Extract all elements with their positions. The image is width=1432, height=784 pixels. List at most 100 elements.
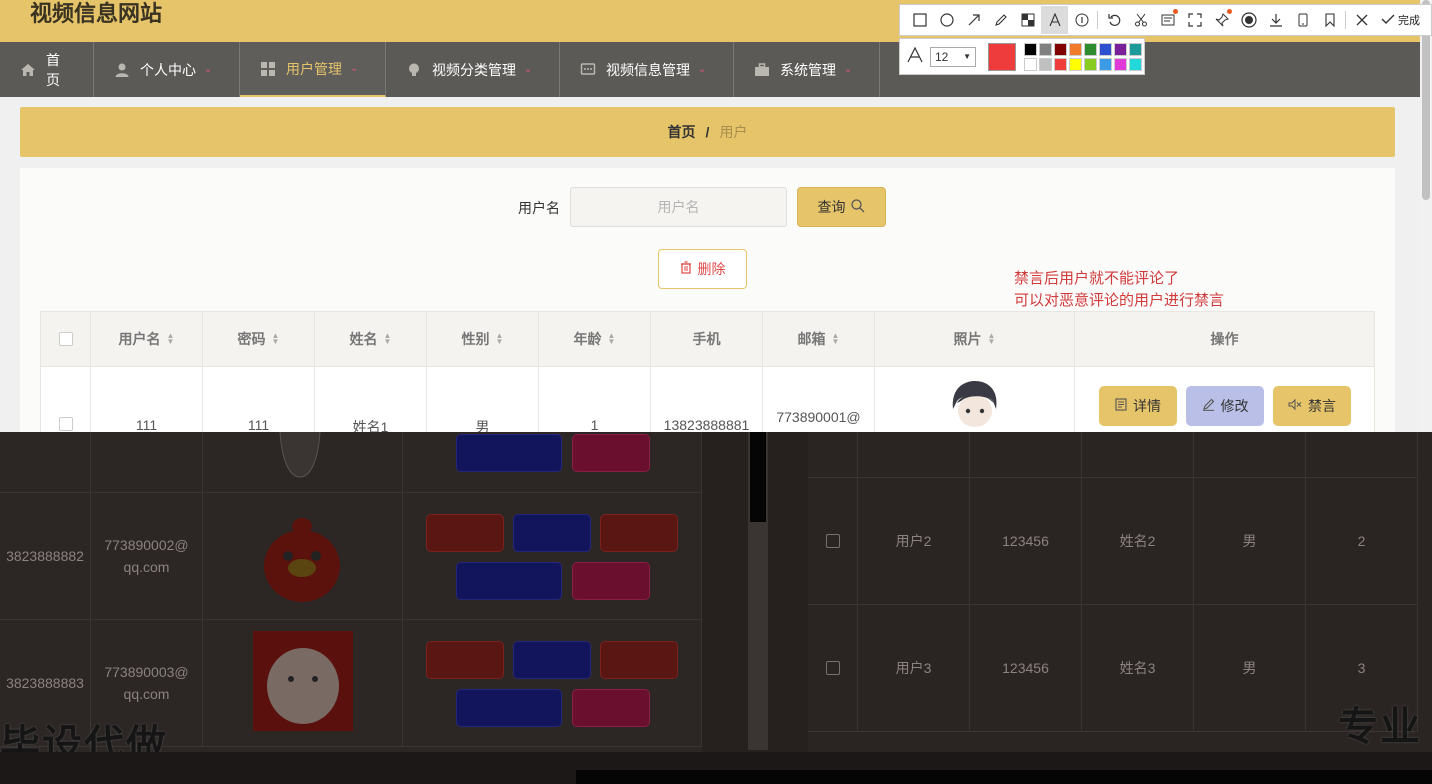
- sort-icon[interactable]: ▲ ▼: [496, 332, 504, 346]
- text-tool-icon[interactable]: [1041, 6, 1068, 34]
- record-icon[interactable]: [1235, 6, 1262, 34]
- done-button[interactable]: 完成: [1381, 12, 1420, 28]
- sort-icon[interactable]: ▲ ▼: [272, 332, 280, 346]
- row-checkbox[interactable]: [825, 534, 840, 548]
- color-swatch[interactable]: [1039, 57, 1052, 71]
- color-swatch[interactable]: [1099, 57, 1112, 71]
- nav-label: 首页: [46, 51, 60, 88]
- current-color-swatch[interactable]: [988, 42, 1016, 71]
- ellipse-tool-icon[interactable]: [933, 6, 960, 34]
- page-scrollbar[interactable]: [1420, 0, 1432, 432]
- pin-icon[interactable]: [1208, 6, 1235, 34]
- avatar-image: [279, 432, 321, 478]
- bookmark-icon[interactable]: [1316, 6, 1343, 34]
- dim-edit-button[interactable]: [513, 641, 591, 679]
- row-checkbox[interactable]: [825, 661, 840, 675]
- nav-item-system[interactable]: 系统管理 ⌄: [734, 42, 880, 97]
- scissors-icon[interactable]: [1127, 6, 1154, 34]
- select-all-checkbox[interactable]: [58, 332, 73, 346]
- dim-ban-button[interactable]: [600, 514, 678, 552]
- nav-item-video-category[interactable]: 视频分类管理 ⌄: [386, 42, 560, 97]
- scrollbar-thumb-dark: [750, 432, 766, 522]
- header-label: 照片: [953, 331, 982, 347]
- sort-icon[interactable]: ▲ ▼: [167, 332, 175, 346]
- undo-icon[interactable]: [1100, 6, 1127, 34]
- watermark-text: 专业: [1338, 705, 1422, 749]
- color-swatch[interactable]: [1024, 57, 1037, 71]
- sort-icon[interactable]: ▲ ▼: [384, 332, 392, 346]
- dim-detail-button[interactable]: [426, 514, 504, 552]
- dim-action-button[interactable]: [456, 434, 562, 472]
- cell-password: 123456: [970, 478, 1082, 605]
- duck-avatar-image: [264, 518, 340, 602]
- header-username[interactable]: 用户名 ▲ ▼: [91, 312, 203, 366]
- nav-item-video-info[interactable]: 视频信息管理 ⌄: [560, 42, 734, 97]
- rectangle-tool-icon[interactable]: [906, 6, 933, 34]
- color-swatch[interactable]: [1099, 42, 1112, 56]
- sort-icon[interactable]: ▲ ▼: [988, 332, 996, 346]
- overlapped-screen-region: 3823888882 773890002@ qq.com 3823888883 …: [0, 432, 1432, 784]
- sort-icon[interactable]: ▲ ▼: [608, 332, 616, 346]
- ocr-icon[interactable]: [1154, 6, 1181, 34]
- number-marker-icon[interactable]: [1068, 6, 1095, 34]
- sort-icon[interactable]: ▲ ▼: [832, 332, 840, 346]
- cell-name: 姓名1: [315, 367, 427, 432]
- mosaic-tool-icon[interactable]: [1014, 6, 1041, 34]
- color-swatch[interactable]: [1084, 57, 1097, 71]
- color-swatch[interactable]: [1114, 57, 1127, 71]
- download-icon[interactable]: [1262, 6, 1289, 34]
- detail-button[interactable]: 详情: [1099, 386, 1177, 426]
- query-button[interactable]: 查询: [797, 187, 886, 227]
- color-swatch[interactable]: [1069, 57, 1082, 71]
- expand-icon[interactable]: [1181, 6, 1208, 34]
- color-swatch[interactable]: [1114, 42, 1127, 56]
- dim-delete-button[interactable]: [572, 562, 650, 600]
- edit-button[interactable]: 修改: [1186, 386, 1264, 426]
- dim-ban-button[interactable]: [600, 641, 678, 679]
- dim-detail-button[interactable]: [426, 641, 504, 679]
- nav-item-user-management[interactable]: 用户管理 ⌄: [240, 42, 386, 97]
- cell-phone: 3823888882: [0, 493, 91, 620]
- header-select-all: [41, 312, 91, 366]
- dim-delete-button[interactable]: [572, 434, 650, 472]
- nav-item-home[interactable]: 首页: [0, 42, 94, 97]
- dim-action-button[interactable]: [456, 689, 562, 727]
- row-checkbox[interactable]: [58, 417, 73, 431]
- color-swatch[interactable]: [1054, 42, 1067, 56]
- email-part: qq.com: [123, 559, 170, 575]
- color-swatch[interactable]: [1129, 42, 1142, 56]
- header-email[interactable]: 邮箱 ▲ ▼: [763, 312, 875, 366]
- dim-edit-button[interactable]: [513, 514, 591, 552]
- arrow-tool-icon[interactable]: [960, 6, 987, 34]
- pen-tool-icon[interactable]: [987, 6, 1014, 34]
- caret-down-icon: ▼: [963, 52, 971, 61]
- toolbar-divider: [1097, 11, 1098, 29]
- color-swatch[interactable]: [1039, 42, 1052, 56]
- batch-delete-button[interactable]: 删除: [658, 249, 747, 289]
- header-age[interactable]: 年龄 ▲ ▼: [539, 312, 651, 366]
- header-password[interactable]: 密码 ▲ ▼: [203, 312, 315, 366]
- close-icon[interactable]: [1348, 6, 1375, 34]
- dim-delete-button[interactable]: [572, 689, 650, 727]
- table-cell: [858, 432, 970, 478]
- color-swatch[interactable]: [1129, 57, 1142, 71]
- header-gender[interactable]: 性别 ▲ ▼: [427, 312, 539, 366]
- header-name[interactable]: 姓名 ▲ ▼: [315, 312, 427, 366]
- nav-item-personal-center[interactable]: 个人中心 ⌄: [94, 42, 240, 97]
- phone-icon[interactable]: [1289, 6, 1316, 34]
- color-swatch[interactable]: [1069, 42, 1082, 56]
- color-swatch[interactable]: [1054, 57, 1067, 71]
- cell-password: 111: [203, 367, 315, 432]
- font-size-select[interactable]: 12 ▼: [930, 46, 976, 67]
- color-swatch[interactable]: [1084, 42, 1097, 56]
- header-photo[interactable]: 照片 ▲ ▼: [875, 312, 1075, 366]
- dim-action-button[interactable]: [456, 562, 562, 600]
- color-swatch[interactable]: [1024, 42, 1037, 56]
- breadcrumb-home[interactable]: 首页: [668, 122, 696, 142]
- username-search-input[interactable]: [570, 187, 787, 227]
- pencil-icon: [1202, 398, 1215, 414]
- home-icon: [20, 62, 36, 78]
- ban-button[interactable]: 禁言: [1273, 386, 1351, 426]
- cell-username: 用户3: [858, 605, 970, 732]
- chevron-down-icon: ⌄: [524, 64, 533, 75]
